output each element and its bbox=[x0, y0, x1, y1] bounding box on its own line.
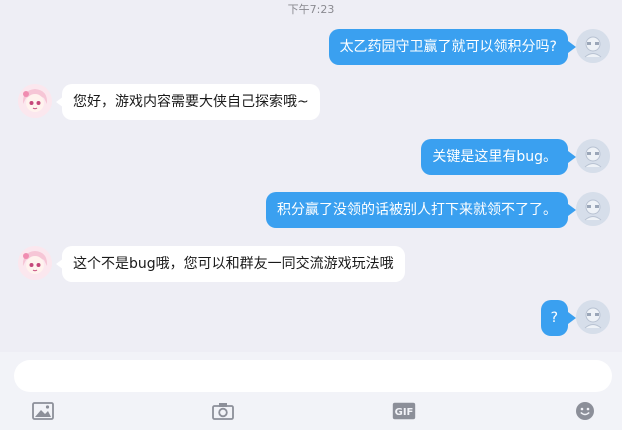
user-avatar-icon bbox=[576, 192, 610, 226]
user-avatar[interactable] bbox=[576, 29, 610, 63]
user-avatar[interactable] bbox=[576, 300, 610, 334]
emoji-icon bbox=[576, 402, 594, 420]
camera-icon bbox=[212, 403, 234, 420]
image-icon bbox=[32, 402, 54, 420]
user-avatar-icon bbox=[576, 139, 610, 173]
message-row-outgoing: 关键是这里有bug。 bbox=[0, 139, 622, 181]
composer-area: GIF bbox=[0, 352, 622, 430]
message-bubble-outgoing[interactable]: 积分赢了没领的话被别人打下来就领不了了。 bbox=[266, 192, 568, 228]
gif-icon: GIF bbox=[392, 402, 416, 420]
message-row-outgoing: ? bbox=[0, 300, 622, 342]
message-row-incoming: 您好，游戏内容需要大侠自己探索哦~ bbox=[0, 84, 622, 126]
anime-girl-avatar-icon bbox=[18, 84, 52, 118]
message-row-incoming: 这个不是bug哦，您可以和群友一同交流游戏玩法哦 bbox=[0, 246, 622, 288]
bubble-tail bbox=[568, 151, 576, 163]
emoji-button[interactable] bbox=[573, 400, 597, 422]
bubble-tail bbox=[568, 312, 576, 324]
gif-button[interactable]: GIF bbox=[391, 400, 417, 422]
support-avatar[interactable] bbox=[18, 84, 52, 118]
message-bubble-incoming[interactable]: 您好，游戏内容需要大侠自己探索哦~ bbox=[62, 84, 320, 120]
image-button[interactable] bbox=[31, 400, 55, 422]
bubble-tail bbox=[568, 41, 576, 53]
user-avatar-icon bbox=[576, 300, 610, 334]
gif-label: GIF bbox=[395, 407, 414, 418]
timestamp: 下午7:23 bbox=[287, 3, 335, 16]
user-avatar-icon bbox=[576, 29, 610, 63]
anime-girl-avatar-icon bbox=[18, 246, 52, 280]
message-row-outgoing: 积分赢了没领的话被别人打下来就领不了了。 bbox=[0, 192, 622, 234]
support-avatar[interactable] bbox=[18, 246, 52, 280]
message-bubble-incoming[interactable]: 这个不是bug哦，您可以和群友一同交流游戏玩法哦 bbox=[62, 246, 405, 282]
message-bubble-outgoing[interactable]: ? bbox=[540, 300, 568, 336]
message-bubble-outgoing[interactable]: 太乙药园守卫赢了就可以领积分吗? bbox=[328, 29, 568, 65]
message-input[interactable] bbox=[14, 360, 612, 392]
message-row-outgoing: 太乙药园守卫赢了就可以领积分吗? bbox=[0, 29, 622, 71]
camera-button[interactable] bbox=[211, 400, 235, 422]
message-bubble-outgoing[interactable]: 关键是这里有bug。 bbox=[421, 139, 568, 175]
user-avatar[interactable] bbox=[576, 192, 610, 226]
bubble-tail bbox=[568, 204, 576, 216]
user-avatar[interactable] bbox=[576, 139, 610, 173]
